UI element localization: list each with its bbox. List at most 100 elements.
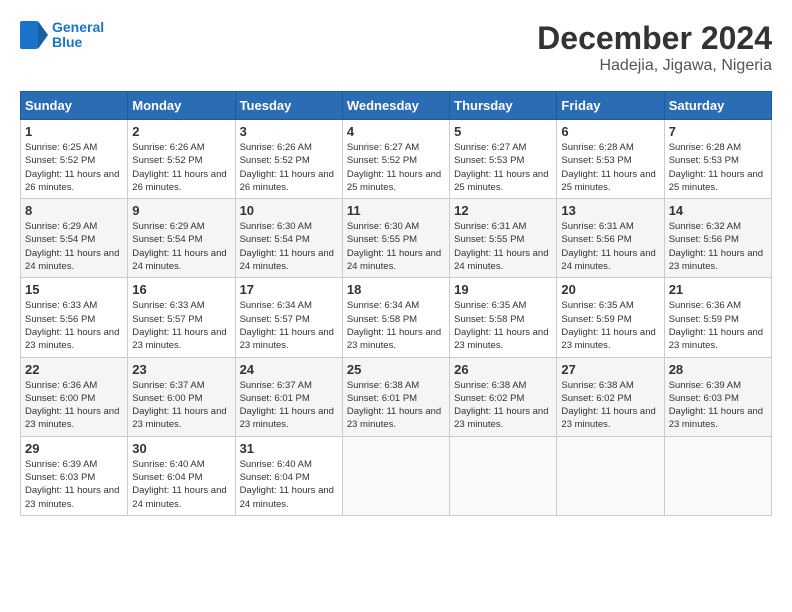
calendar-cell: 24 Sunrise: 6:37 AM Sunset: 6:01 PM Dayl…: [235, 357, 342, 436]
day-info: Sunrise: 6:38 AM Sunset: 6:01 PM Dayligh…: [347, 379, 445, 432]
calendar-week-row: 29 Sunrise: 6:39 AM Sunset: 6:03 PM Dayl…: [21, 436, 772, 515]
month-title: December 2024: [537, 20, 772, 57]
calendar-cell: 2 Sunrise: 6:26 AM Sunset: 5:52 PM Dayli…: [128, 120, 235, 199]
day-number: 21: [669, 282, 767, 297]
title-section: December 2024 Hadejia, Jigawa, Nigeria: [537, 20, 772, 75]
day-number: 16: [132, 282, 230, 297]
day-info: Sunrise: 6:36 AM Sunset: 5:59 PM Dayligh…: [669, 299, 767, 352]
day-number: 30: [132, 441, 230, 456]
day-number: 6: [561, 124, 659, 139]
calendar-week-row: 15 Sunrise: 6:33 AM Sunset: 5:56 PM Dayl…: [21, 278, 772, 357]
calendar-cell: 13 Sunrise: 6:31 AM Sunset: 5:56 PM Dayl…: [557, 199, 664, 278]
day-info: Sunrise: 6:30 AM Sunset: 5:54 PM Dayligh…: [240, 220, 338, 273]
day-info: Sunrise: 6:29 AM Sunset: 5:54 PM Dayligh…: [25, 220, 123, 273]
logo-shape-icon: [20, 21, 48, 49]
day-number: 10: [240, 203, 338, 218]
day-info: Sunrise: 6:38 AM Sunset: 6:02 PM Dayligh…: [561, 379, 659, 432]
calendar-cell: 29 Sunrise: 6:39 AM Sunset: 6:03 PM Dayl…: [21, 436, 128, 515]
day-number: 9: [132, 203, 230, 218]
day-info: Sunrise: 6:28 AM Sunset: 5:53 PM Dayligh…: [561, 141, 659, 194]
day-info: Sunrise: 6:34 AM Sunset: 5:57 PM Dayligh…: [240, 299, 338, 352]
day-info: Sunrise: 6:25 AM Sunset: 5:52 PM Dayligh…: [25, 141, 123, 194]
logo: General Blue: [20, 20, 104, 51]
calendar-cell: 27 Sunrise: 6:38 AM Sunset: 6:02 PM Dayl…: [557, 357, 664, 436]
day-number: 14: [669, 203, 767, 218]
day-number: 15: [25, 282, 123, 297]
calendar-cell: 6 Sunrise: 6:28 AM Sunset: 5:53 PM Dayli…: [557, 120, 664, 199]
weekday-header: Sunday: [21, 92, 128, 120]
day-info: Sunrise: 6:28 AM Sunset: 5:53 PM Dayligh…: [669, 141, 767, 194]
day-number: 8: [25, 203, 123, 218]
calendar-cell: 31 Sunrise: 6:40 AM Sunset: 6:04 PM Dayl…: [235, 436, 342, 515]
day-number: 28: [669, 362, 767, 377]
logo-graphic: General Blue: [20, 20, 104, 51]
day-info: Sunrise: 6:38 AM Sunset: 6:02 PM Dayligh…: [454, 379, 552, 432]
calendar-cell: 19 Sunrise: 6:35 AM Sunset: 5:58 PM Dayl…: [450, 278, 557, 357]
calendar-cell: [664, 436, 771, 515]
calendar-cell: 11 Sunrise: 6:30 AM Sunset: 5:55 PM Dayl…: [342, 199, 449, 278]
day-number: 17: [240, 282, 338, 297]
calendar-cell: 4 Sunrise: 6:27 AM Sunset: 5:52 PM Dayli…: [342, 120, 449, 199]
weekday-header: Monday: [128, 92, 235, 120]
day-number: 4: [347, 124, 445, 139]
day-number: 11: [347, 203, 445, 218]
calendar-cell: 1 Sunrise: 6:25 AM Sunset: 5:52 PM Dayli…: [21, 120, 128, 199]
day-info: Sunrise: 6:30 AM Sunset: 5:55 PM Dayligh…: [347, 220, 445, 273]
calendar-cell: 22 Sunrise: 6:36 AM Sunset: 6:00 PM Dayl…: [21, 357, 128, 436]
day-info: Sunrise: 6:37 AM Sunset: 6:00 PM Dayligh…: [132, 379, 230, 432]
day-number: 7: [669, 124, 767, 139]
location: Hadejia, Jigawa, Nigeria: [537, 57, 772, 75]
calendar-cell: 12 Sunrise: 6:31 AM Sunset: 5:55 PM Dayl…: [450, 199, 557, 278]
day-number: 19: [454, 282, 552, 297]
day-info: Sunrise: 6:39 AM Sunset: 6:03 PM Dayligh…: [669, 379, 767, 432]
day-info: Sunrise: 6:35 AM Sunset: 5:59 PM Dayligh…: [561, 299, 659, 352]
day-number: 1: [25, 124, 123, 139]
day-number: 20: [561, 282, 659, 297]
day-info: Sunrise: 6:37 AM Sunset: 6:01 PM Dayligh…: [240, 379, 338, 432]
day-info: Sunrise: 6:27 AM Sunset: 5:52 PM Dayligh…: [347, 141, 445, 194]
day-number: 25: [347, 362, 445, 377]
calendar-cell: 7 Sunrise: 6:28 AM Sunset: 5:53 PM Dayli…: [664, 120, 771, 199]
day-info: Sunrise: 6:26 AM Sunset: 5:52 PM Dayligh…: [132, 141, 230, 194]
day-info: Sunrise: 6:32 AM Sunset: 5:56 PM Dayligh…: [669, 220, 767, 273]
day-number: 31: [240, 441, 338, 456]
calendar-cell: [450, 436, 557, 515]
day-number: 12: [454, 203, 552, 218]
day-info: Sunrise: 6:29 AM Sunset: 5:54 PM Dayligh…: [132, 220, 230, 273]
weekday-header: Saturday: [664, 92, 771, 120]
calendar-cell: 5 Sunrise: 6:27 AM Sunset: 5:53 PM Dayli…: [450, 120, 557, 199]
calendar-cell: 26 Sunrise: 6:38 AM Sunset: 6:02 PM Dayl…: [450, 357, 557, 436]
day-number: 29: [25, 441, 123, 456]
weekday-header-row: SundayMondayTuesdayWednesdayThursdayFrid…: [21, 92, 772, 120]
calendar-cell: 21 Sunrise: 6:36 AM Sunset: 5:59 PM Dayl…: [664, 278, 771, 357]
day-number: 27: [561, 362, 659, 377]
calendar-cell: 3 Sunrise: 6:26 AM Sunset: 5:52 PM Dayli…: [235, 120, 342, 199]
weekday-header: Friday: [557, 92, 664, 120]
day-info: Sunrise: 6:36 AM Sunset: 6:00 PM Dayligh…: [25, 379, 123, 432]
logo-wordmark: General Blue: [52, 20, 104, 51]
calendar-cell: 18 Sunrise: 6:34 AM Sunset: 5:58 PM Dayl…: [342, 278, 449, 357]
calendar-cell: 25 Sunrise: 6:38 AM Sunset: 6:01 PM Dayl…: [342, 357, 449, 436]
calendar-week-row: 8 Sunrise: 6:29 AM Sunset: 5:54 PM Dayli…: [21, 199, 772, 278]
calendar-cell: 16 Sunrise: 6:33 AM Sunset: 5:57 PM Dayl…: [128, 278, 235, 357]
day-info: Sunrise: 6:31 AM Sunset: 5:55 PM Dayligh…: [454, 220, 552, 273]
day-number: 22: [25, 362, 123, 377]
day-info: Sunrise: 6:26 AM Sunset: 5:52 PM Dayligh…: [240, 141, 338, 194]
calendar-cell: 14 Sunrise: 6:32 AM Sunset: 5:56 PM Dayl…: [664, 199, 771, 278]
calendar-week-row: 22 Sunrise: 6:36 AM Sunset: 6:00 PM Dayl…: [21, 357, 772, 436]
day-number: 3: [240, 124, 338, 139]
day-number: 18: [347, 282, 445, 297]
calendar-cell: [342, 436, 449, 515]
day-info: Sunrise: 6:34 AM Sunset: 5:58 PM Dayligh…: [347, 299, 445, 352]
day-info: Sunrise: 6:40 AM Sunset: 6:04 PM Dayligh…: [132, 458, 230, 511]
calendar-week-row: 1 Sunrise: 6:25 AM Sunset: 5:52 PM Dayli…: [21, 120, 772, 199]
calendar-cell: 17 Sunrise: 6:34 AM Sunset: 5:57 PM Dayl…: [235, 278, 342, 357]
calendar-cell: 30 Sunrise: 6:40 AM Sunset: 6:04 PM Dayl…: [128, 436, 235, 515]
day-info: Sunrise: 6:40 AM Sunset: 6:04 PM Dayligh…: [240, 458, 338, 511]
day-number: 23: [132, 362, 230, 377]
calendar-cell: 10 Sunrise: 6:30 AM Sunset: 5:54 PM Dayl…: [235, 199, 342, 278]
weekday-header: Tuesday: [235, 92, 342, 120]
day-info: Sunrise: 6:27 AM Sunset: 5:53 PM Dayligh…: [454, 141, 552, 194]
calendar-table: SundayMondayTuesdayWednesdayThursdayFrid…: [20, 91, 772, 516]
day-info: Sunrise: 6:39 AM Sunset: 6:03 PM Dayligh…: [25, 458, 123, 511]
